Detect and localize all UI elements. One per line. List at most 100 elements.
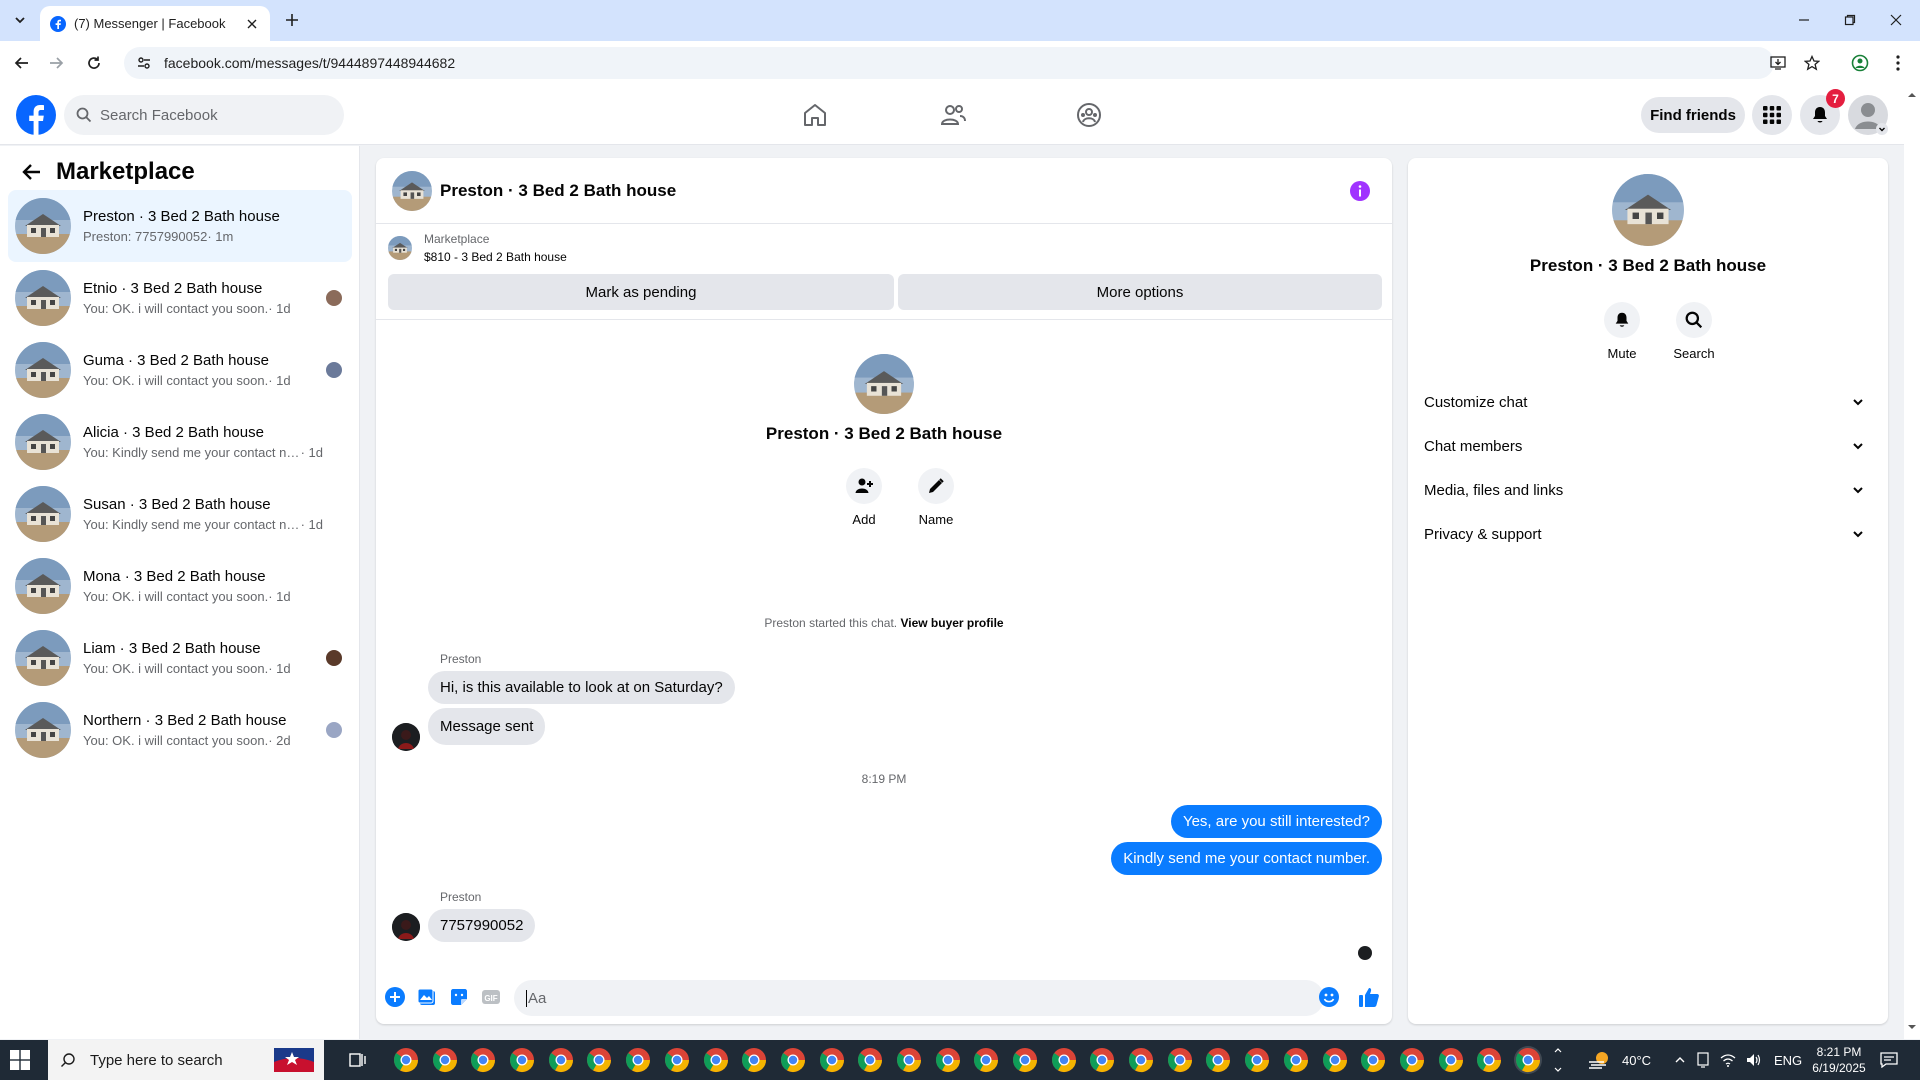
- chrome-taskbar-icon[interactable]: [663, 1046, 691, 1074]
- sender-avatar[interactable]: [392, 913, 420, 941]
- menu-grid-icon[interactable]: [1752, 95, 1792, 135]
- taskbar-scroll-icon[interactable]: [1553, 1044, 1563, 1076]
- chrome-taskbar-icon[interactable]: [547, 1046, 575, 1074]
- view-buyer-profile-link[interactable]: View buyer profile: [900, 616, 1003, 630]
- chrome-taskbar-icon[interactable]: [392, 1046, 420, 1074]
- thumbs-up-icon[interactable]: [1358, 986, 1380, 1008]
- mark-as-pending-button[interactable]: Mark as pending: [388, 274, 894, 310]
- chat-title[interactable]: Preston · 3 Bed 2 Bath house: [440, 181, 676, 201]
- chrome-taskbar-icon[interactable]: [856, 1046, 884, 1074]
- profile-icon[interactable]: [1848, 51, 1872, 75]
- chrome-taskbar-icon[interactable]: [1475, 1046, 1503, 1074]
- chrome-taskbar-icon[interactable]: [1204, 1046, 1232, 1074]
- page-scrollbar[interactable]: [1904, 85, 1920, 1039]
- address-bar[interactable]: facebook.com/messages/t/9444897448944682: [124, 47, 1774, 79]
- browser-menu-icon[interactable]: [1886, 51, 1910, 75]
- back-arrow-icon[interactable]: [10, 51, 34, 75]
- name-chat-button[interactable]: Name: [900, 468, 972, 527]
- sender-avatar[interactable]: [392, 723, 420, 751]
- chrome-taskbar-icon[interactable]: [508, 1046, 536, 1074]
- conversation-item[interactable]: Liam · 3 Bed 2 Bath house You: OK. i will…: [8, 622, 352, 694]
- scroll-up-arrow-icon[interactable]: [1908, 91, 1916, 99]
- chrome-taskbar-icon[interactable]: [934, 1046, 962, 1074]
- find-friends-button[interactable]: Find friends: [1641, 97, 1745, 133]
- incoming-message[interactable]: 7757990052: [428, 909, 536, 942]
- chrome-taskbar-icon[interactable]: [1321, 1046, 1349, 1074]
- customize-chat-section[interactable]: Customize chat: [1424, 382, 1872, 422]
- forward-arrow-icon[interactable]: [44, 51, 68, 75]
- outgoing-message[interactable]: Yes, are you still interested?: [1170, 805, 1382, 838]
- account-avatar[interactable]: [1848, 95, 1888, 135]
- bookmark-star-icon[interactable]: [1800, 51, 1824, 75]
- chrome-taskbar-icon[interactable]: [1513, 1046, 1542, 1074]
- chrome-taskbar-icon[interactable]: [702, 1046, 730, 1074]
- chrome-taskbar-icon[interactable]: [585, 1046, 613, 1074]
- sticker-icon[interactable]: [448, 986, 470, 1008]
- incoming-message[interactable]: Message sent: [428, 708, 546, 745]
- close-window-icon[interactable]: [1882, 8, 1910, 32]
- plus-circle-icon[interactable]: [384, 986, 406, 1008]
- media-files-links-section[interactable]: Media, files and links: [1424, 470, 1872, 510]
- new-tab-plus-icon[interactable]: [282, 10, 302, 30]
- chrome-taskbar-icon[interactable]: [624, 1046, 652, 1074]
- add-people-button[interactable]: Add: [828, 468, 900, 527]
- chrome-taskbar-icon[interactable]: [431, 1046, 459, 1074]
- conversation-item[interactable]: Northern · 3 Bed 2 Bath house You: OK. i …: [8, 694, 352, 766]
- chrome-taskbar-icon[interactable]: [1050, 1046, 1078, 1074]
- notification-center-icon[interactable]: [1880, 1052, 1898, 1068]
- facebook-logo-icon[interactable]: [16, 95, 56, 135]
- more-options-button[interactable]: More options: [898, 274, 1382, 310]
- incoming-message[interactable]: Hi, is this available to look at on Satu…: [428, 671, 735, 704]
- chrome-taskbar-icon[interactable]: [779, 1046, 807, 1074]
- listing-title[interactable]: $810 - 3 Bed 2 Bath house: [424, 250, 567, 264]
- gif-icon[interactable]: GIF: [480, 986, 502, 1008]
- facebook-search-input[interactable]: Search Facebook: [64, 95, 344, 135]
- listing-thumbnail[interactable]: [388, 236, 412, 260]
- chrome-taskbar-icon[interactable]: [972, 1046, 1000, 1074]
- chrome-taskbar-icon[interactable]: [1243, 1046, 1271, 1074]
- conversation-item[interactable]: Etnio · 3 Bed 2 Bath house You: OK. i wil…: [8, 262, 352, 334]
- close-tab-icon[interactable]: [244, 16, 260, 32]
- chrome-taskbar-icon[interactable]: [1437, 1046, 1465, 1074]
- chrome-taskbar-icon[interactable]: [818, 1046, 846, 1074]
- emoji-icon[interactable]: [1318, 986, 1340, 1008]
- chrome-taskbar-icon[interactable]: [740, 1046, 768, 1074]
- task-view-icon[interactable]: [348, 1050, 368, 1070]
- chrome-taskbar-icon[interactable]: [469, 1046, 497, 1074]
- volume-icon[interactable]: [1746, 1053, 1762, 1067]
- chrome-taskbar-icon[interactable]: [1011, 1046, 1039, 1074]
- chat-members-section[interactable]: Chat members: [1424, 426, 1872, 466]
- tab-search-chevron-icon[interactable]: [10, 10, 30, 30]
- chrome-taskbar-icon[interactable]: [1088, 1046, 1116, 1074]
- mute-button[interactable]: Mute: [1586, 302, 1658, 361]
- device-icon[interactable]: [1696, 1052, 1710, 1068]
- chrome-taskbar-icon[interactable]: [1398, 1046, 1426, 1074]
- chevron-up-icon[interactable]: [1674, 1054, 1686, 1066]
- wifi-icon[interactable]: [1720, 1053, 1736, 1067]
- conversation-item[interactable]: Susan · 3 Bed 2 Bath house You: Kindly se…: [8, 478, 352, 550]
- chrome-taskbar-icon[interactable]: [1127, 1046, 1155, 1074]
- photo-icon[interactable]: [416, 986, 438, 1008]
- home-icon[interactable]: [799, 99, 831, 131]
- back-arrow-icon[interactable]: [20, 160, 44, 184]
- taskbar-search-box[interactable]: Type here to search: [48, 1040, 324, 1080]
- conversation-info-icon[interactable]: [1350, 181, 1370, 201]
- chrome-taskbar-icon[interactable]: [895, 1046, 923, 1074]
- groups-icon[interactable]: [1073, 99, 1105, 131]
- input-language[interactable]: ENG: [1774, 1053, 1802, 1068]
- chat-avatar[interactable]: [392, 171, 432, 211]
- conversation-item[interactable]: Mona · 3 Bed 2 Bath house You: OK. i will…: [8, 550, 352, 622]
- chrome-taskbar-icon[interactable]: [1359, 1046, 1387, 1074]
- friends-icon[interactable]: [937, 99, 969, 131]
- conversation-item[interactable]: Alicia · 3 Bed 2 Bath house You: Kindly s…: [8, 406, 352, 478]
- site-info-icon[interactable]: [136, 55, 152, 71]
- scroll-down-arrow-icon[interactable]: [1908, 1023, 1916, 1031]
- windows-start-icon[interactable]: [10, 1050, 30, 1070]
- reload-icon[interactable]: [82, 51, 106, 75]
- message-input[interactable]: Aa: [514, 980, 1324, 1016]
- chrome-taskbar-icon[interactable]: [1282, 1046, 1310, 1074]
- outgoing-message[interactable]: Kindly send me your contact number.: [1111, 842, 1382, 875]
- conversation-item[interactable]: Preston · 3 Bed 2 Bath house Preston: 775…: [8, 190, 352, 262]
- install-app-icon[interactable]: [1766, 51, 1790, 75]
- restore-icon[interactable]: [1836, 8, 1864, 32]
